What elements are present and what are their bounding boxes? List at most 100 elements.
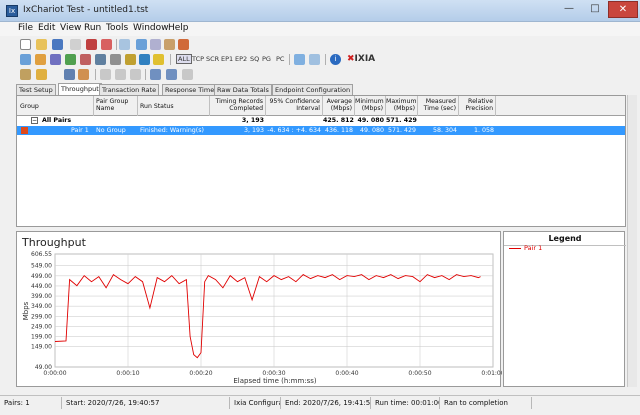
import-icon[interactable] <box>309 54 320 65</box>
chart-title: Throughput <box>22 236 86 249</box>
cell-confidence: -4. 634 : +4. 634 <box>267 127 321 134</box>
cell-pair-group: No Group <box>96 127 126 134</box>
menu-run[interactable]: Run <box>84 23 101 33</box>
close-button[interactable]: ✕ <box>608 1 638 18</box>
sort-icon[interactable] <box>78 69 89 80</box>
vertical-scrollbar[interactable] <box>627 95 637 387</box>
toolbar-row-2: ALL TCP SCR EP1 EP2 SQ PG PC i ✖IXIA <box>0 52 640 67</box>
voip-icon[interactable] <box>50 54 61 65</box>
tab-response-time[interactable]: Response Time <box>162 84 218 95</box>
scr-filter[interactable]: SCR <box>206 55 219 63</box>
tab-raw-data-totals[interactable]: Raw Data Totals <box>214 84 272 95</box>
tab-test-setup[interactable]: Test Setup <box>16 84 56 95</box>
pc-filter[interactable]: PC <box>276 55 284 63</box>
video-icon[interactable] <box>65 54 76 65</box>
y-tick-label: 549.00 <box>31 263 52 270</box>
lock-icon[interactable] <box>125 54 136 65</box>
menu-help[interactable]: Help <box>168 23 189 33</box>
pg-filter[interactable]: PG <box>262 55 271 63</box>
toolbar-row-3 <box>0 67 640 82</box>
collapse-toggle[interactable]: − <box>31 117 38 124</box>
col-relative-precision[interactable]: Relative Precision <box>459 96 496 116</box>
zoom-icon[interactable] <box>130 69 141 80</box>
y-tick-label: 499.00 <box>31 273 52 280</box>
merge-icon[interactable] <box>166 69 177 80</box>
legend-panel: Legend Pair 1 <box>503 231 626 387</box>
help-info-icon[interactable]: i <box>330 54 341 65</box>
ep2-filter[interactable]: EP2 <box>235 55 247 63</box>
script-icon[interactable] <box>80 54 91 65</box>
cut-icon[interactable] <box>86 39 97 50</box>
menu-tools[interactable]: Tools <box>106 23 128 33</box>
col-pair-group-name[interactable]: Pair Group Name <box>94 96 138 116</box>
col-average[interactable]: Average (Mbps) <box>323 96 355 116</box>
new-file-icon[interactable] <box>20 39 31 50</box>
cell-group: All Pairs <box>42 117 72 124</box>
all-filter-button[interactable]: ALL <box>176 54 192 64</box>
print-icon[interactable] <box>70 39 81 50</box>
legend-swatch <box>509 248 521 249</box>
separator <box>170 54 171 65</box>
tab-strip: Test Setup Throughput Transaction Rate R… <box>0 83 640 95</box>
info-icon[interactable] <box>139 54 150 65</box>
stop-icon[interactable] <box>101 39 112 50</box>
edit-icon[interactable] <box>164 39 175 50</box>
multicast-icon[interactable] <box>35 54 46 65</box>
options-icon[interactable] <box>95 54 106 65</box>
x-tick-label: 0:00:20 <box>189 370 212 377</box>
collapse-icon[interactable] <box>115 69 126 80</box>
status-bar: Pairs: 1 Start: 2020/7/26, 19:40:57 Ixia… <box>0 395 640 409</box>
copy-icon[interactable] <box>150 39 161 50</box>
sq-filter[interactable]: SQ <box>250 55 259 63</box>
menu-view[interactable]: View <box>60 23 81 33</box>
table-row-pair-1[interactable]: Pair 1 No Group Finished: Warning(s) 3, … <box>17 126 625 135</box>
run-icon[interactable] <box>119 39 130 50</box>
save-icon[interactable] <box>52 39 63 50</box>
add-pair-icon[interactable] <box>136 39 147 50</box>
col-measured-time[interactable]: Measured Time (sec) <box>418 96 459 116</box>
open-folder-icon[interactable] <box>36 39 47 50</box>
format-icon[interactable] <box>20 69 31 80</box>
status-completion: Ran to completion <box>440 397 532 409</box>
cell-records: 3, 193 <box>241 117 264 124</box>
throughput-chart-panel: 606.55 549.00 499.00 449.00 399.00 349.00 299.… <box>16 231 502 387</box>
expand-icon[interactable] <box>100 69 111 80</box>
col-run-status[interactable]: Run Status <box>138 96 210 116</box>
menu-bar: File Edit View Run Tools Window Help <box>0 22 640 36</box>
table-row-all-pairs[interactable]: − All Pairs 3, 193 425. 812 49. 080 571.… <box>17 116 625 125</box>
maximize-button[interactable]: □ <box>582 1 608 18</box>
pair-icon[interactable] <box>20 54 31 65</box>
cell-precision: 1. 058 <box>473 127 494 134</box>
menu-edit[interactable]: Edit <box>38 23 55 33</box>
col-maximum[interactable]: Maximum (Mbps) <box>386 96 418 116</box>
filter-icon[interactable] <box>110 54 121 65</box>
layout-icon[interactable] <box>182 69 193 80</box>
menu-window[interactable]: Window <box>133 23 169 33</box>
separator <box>116 39 117 50</box>
minimize-button[interactable]: — <box>556 1 582 18</box>
tab-transaction-rate[interactable]: Transaction Rate <box>99 84 160 95</box>
split-icon[interactable] <box>150 69 161 80</box>
warning-icon[interactable] <box>153 54 164 65</box>
tab-endpoint-configuration[interactable]: Endpoint Configuration <box>272 84 354 95</box>
tab-throughput[interactable]: Throughput <box>58 83 102 95</box>
ep1-filter[interactable]: EP1 <box>221 55 233 63</box>
col-minimum[interactable]: Minimum (Mbps) <box>355 96 386 116</box>
highlight-icon[interactable] <box>36 69 47 80</box>
col-timing-records[interactable]: Timing Records Completed <box>210 96 266 116</box>
col-group[interactable]: Group <box>17 96 94 116</box>
tcp-filter[interactable]: TCP <box>192 55 204 63</box>
export-icon[interactable] <box>294 54 305 65</box>
legend-item-pair-1[interactable]: Pair 1 <box>524 244 542 252</box>
y-axis-label: Mbps <box>22 301 30 320</box>
x-axis-ticks: 0:00:00 0:00:10 0:00:20 0:00:30 0:00:40 0:00:… <box>43 370 502 377</box>
grid-icon[interactable] <box>64 69 75 80</box>
status-config: Ixia Configuratio <box>230 397 281 409</box>
y-tick-label: 349.00 <box>31 303 52 310</box>
menu-file[interactable]: File <box>18 23 33 33</box>
title-bar: Ix IxChariot Test - untitled1.tst — □ ✕ <box>0 0 640 22</box>
col-confidence[interactable]: 95% Confidence Interval <box>266 96 323 116</box>
delete-icon[interactable] <box>178 39 189 50</box>
x-tick-label: 0:01:00 <box>481 370 502 377</box>
x-axis-label: Elapsed time (h:mm:ss) <box>233 377 317 385</box>
